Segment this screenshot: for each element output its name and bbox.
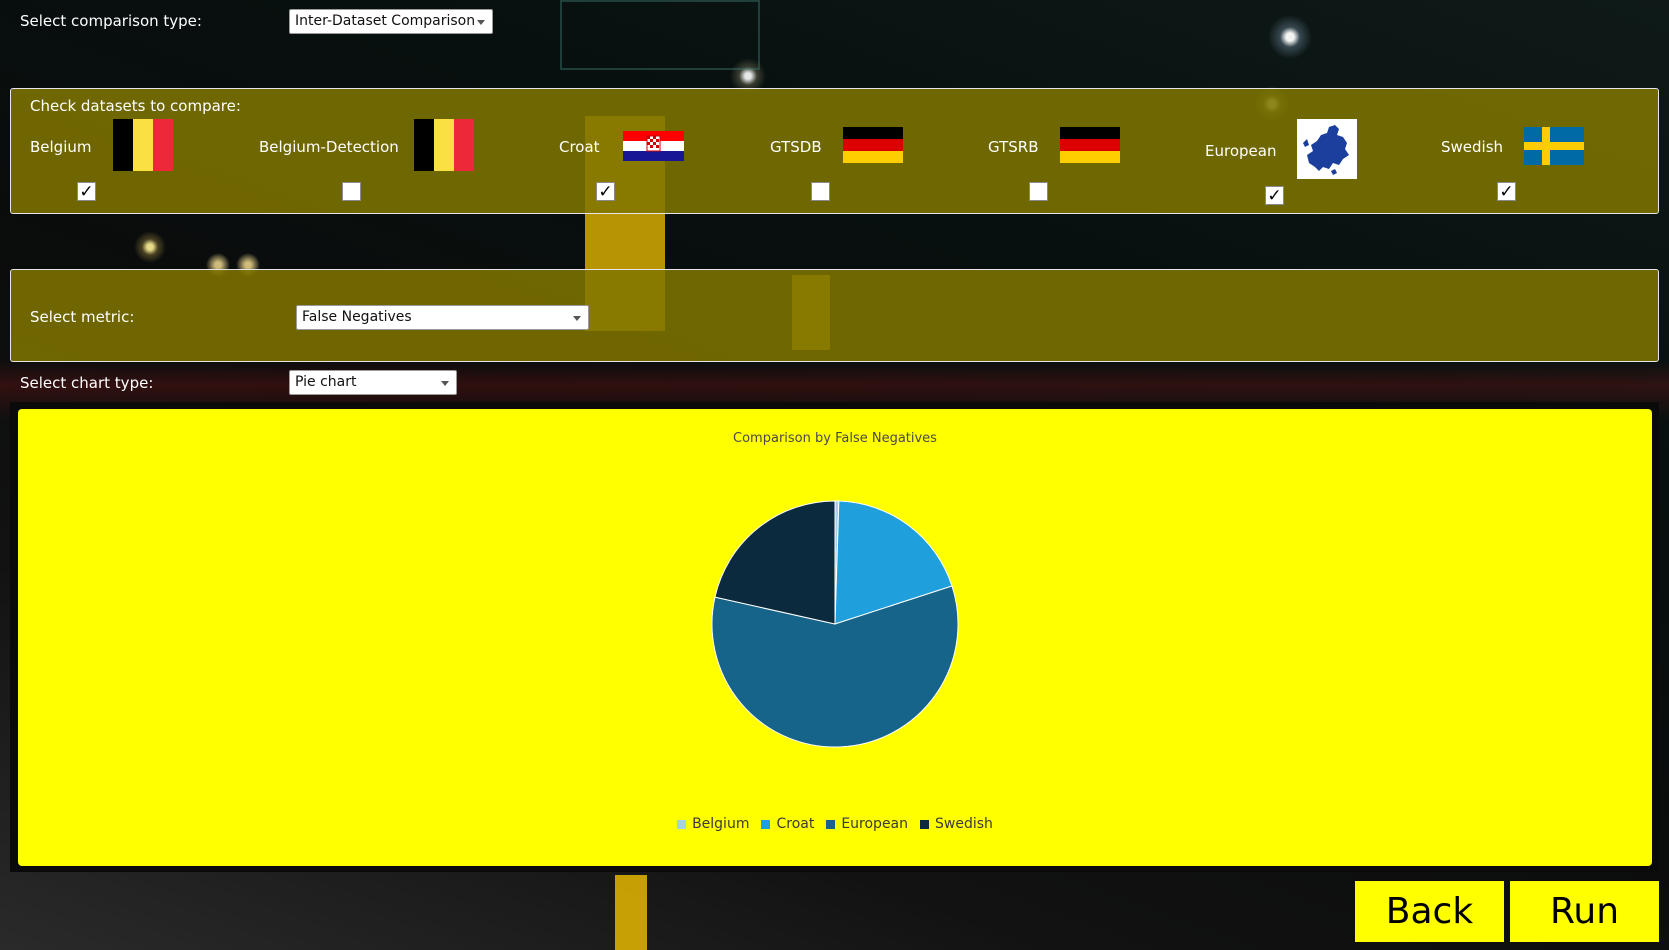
dataset-name-croat: Croat (559, 138, 600, 156)
dataset-name-belgium: Belgium (30, 138, 92, 156)
dataset-name-swedish: Swedish (1441, 138, 1504, 156)
metric-label: Select metric: (30, 308, 135, 326)
dataset-name-belgium-detection: Belgium-Detection (259, 138, 399, 156)
dataset-checkbox-belgium-detection[interactable] (342, 182, 361, 201)
legend-label: European (841, 816, 909, 832)
chart-type-select[interactable]: Pie chart (289, 370, 457, 395)
germany-flag-icon (1060, 127, 1120, 163)
comparison-type-select[interactable]: Inter-Dataset Comparison (289, 9, 493, 34)
legend-swatch (761, 819, 771, 829)
legend-swatch (677, 819, 687, 829)
dataset-name-gtsrb: GTSRB (988, 138, 1039, 156)
dataset-name-gtsdb: GTSDB (770, 138, 822, 156)
legend-swatch (826, 819, 836, 829)
back-button[interactable]: Back (1355, 881, 1504, 942)
legend-item-belgium[interactable]: Belgium (677, 816, 749, 832)
comparison-type-label: Select comparison type: (20, 12, 202, 30)
background-gantry (560, 0, 760, 70)
metric-select[interactable]: False Negatives (296, 305, 589, 330)
legend-item-european[interactable]: European (826, 816, 908, 832)
europe-map-icon (1297, 119, 1357, 179)
legend-item-swedish[interactable]: Swedish (920, 816, 993, 832)
dataset-checkbox-belgium[interactable]: ✓ (77, 182, 96, 201)
comparison-type-value: Inter-Dataset Comparison (295, 13, 476, 29)
dataset-checkbox-swedish[interactable]: ✓ (1497, 182, 1516, 201)
dataset-checkbox-gtsdb[interactable] (811, 182, 830, 201)
chart-legend: Belgium Croat European Swedish (18, 816, 1652, 832)
background-road-sign (615, 875, 647, 950)
pie-chart (711, 500, 959, 748)
chevron-down-icon (477, 20, 485, 25)
metric-value: False Negatives (302, 309, 412, 325)
croatia-flag-icon (623, 131, 684, 161)
belgium-flag-icon (113, 119, 173, 171)
chart-type-value: Pie chart (295, 374, 357, 390)
run-button[interactable]: Run (1510, 881, 1659, 942)
dataset-name-european: European (1205, 142, 1277, 160)
chart-area: Comparison by False Negatives Belgium Cro… (18, 409, 1652, 866)
datasets-label: Check datasets to compare: (30, 97, 241, 115)
chart-type-label: Select chart type: (20, 374, 154, 392)
legend-label: Croat (776, 816, 815, 832)
germany-flag-icon (843, 127, 903, 163)
belgium-flag-icon (414, 119, 474, 171)
legend-item-croat[interactable]: Croat (761, 816, 814, 832)
datasets-panel: Check datasets to compare: Belgium ✓ Bel… (10, 88, 1659, 214)
legend-swatch (920, 819, 930, 829)
chevron-down-icon (441, 381, 449, 386)
sweden-flag-icon (1524, 127, 1584, 165)
legend-label: Belgium (692, 816, 750, 832)
dataset-checkbox-gtsrb[interactable] (1029, 182, 1048, 201)
metric-panel: Select metric: False Negatives (10, 269, 1659, 362)
dataset-checkbox-croat[interactable]: ✓ (596, 182, 615, 201)
chevron-down-icon (573, 316, 581, 321)
dataset-checkbox-european[interactable]: ✓ (1265, 186, 1284, 205)
legend-label: Swedish (935, 816, 993, 832)
